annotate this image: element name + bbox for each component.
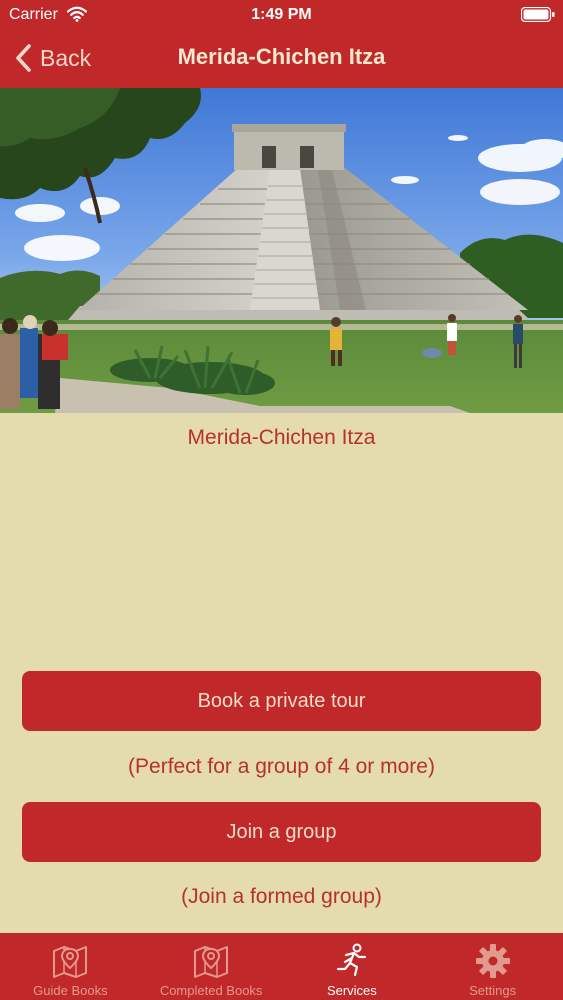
- tab-services[interactable]: Services: [282, 933, 423, 1000]
- app-screen: Carrier 1:49 PM Back Merida-Chichen Itza…: [0, 0, 563, 1000]
- join-group-button[interactable]: Join a group: [22, 802, 541, 862]
- tab-completed-books[interactable]: Completed Books: [141, 933, 282, 1000]
- map-pin-icon: [194, 946, 229, 978]
- gear-icon: [475, 944, 510, 978]
- book-private-tour-button[interactable]: Book a private tour: [22, 671, 541, 731]
- page-title: Merida-Chichen Itza: [177, 44, 386, 69]
- navigation-bar: Back Merida-Chichen Itza: [0, 30, 563, 88]
- tab-settings[interactable]: Settings: [422, 933, 563, 1000]
- top-bar: Carrier 1:49 PM Back Merida-Chichen Itza: [0, 0, 563, 88]
- tab-label: Guide Books: [33, 983, 108, 998]
- pyramid-photo: [0, 88, 563, 413]
- tab-guide-books[interactable]: Guide Books: [0, 933, 141, 1000]
- battery-icon: [521, 7, 555, 22]
- tab-label: Services: [326, 983, 377, 998]
- tab-bar: Guide Books Completed Books Services Set…: [0, 933, 563, 1000]
- tab-label: Settings: [469, 983, 517, 998]
- place-title: Merida-Chichen Itza: [187, 426, 376, 449]
- private-tour-hint: (Perfect for a group of 4 or more): [128, 755, 435, 778]
- tab-label: Completed Books: [159, 983, 263, 998]
- pyramid-illustration: [0, 88, 563, 413]
- status-time: 1:49 PM: [251, 6, 312, 23]
- status-bar: Carrier 1:49 PM: [0, 0, 563, 30]
- map-pin-icon: [53, 946, 88, 978]
- join-group-hint: (Join a formed group): [181, 885, 382, 908]
- running-person-icon: [336, 943, 366, 977]
